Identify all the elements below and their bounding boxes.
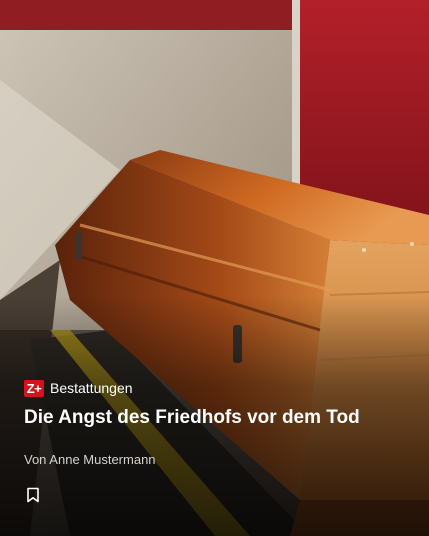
zplus-badge: Z+	[24, 379, 44, 397]
bookmark-glyph	[27, 487, 39, 503]
article-teaser-card[interactable]: Z+ Bestattungen Die Angst des Friedhofs …	[0, 0, 429, 536]
category-label: Bestattungen	[50, 380, 133, 396]
article-author: Von Anne Mustermann	[24, 452, 156, 467]
article-title[interactable]: Die Angst des Friedhofs vor dem Tod	[24, 406, 405, 430]
bookmark-icon[interactable]	[26, 487, 40, 503]
teaser-text-block: Z+ Bestattungen Die Angst des Friedhofs …	[24, 378, 405, 467]
kicker[interactable]: Z+ Bestattungen	[24, 378, 405, 398]
